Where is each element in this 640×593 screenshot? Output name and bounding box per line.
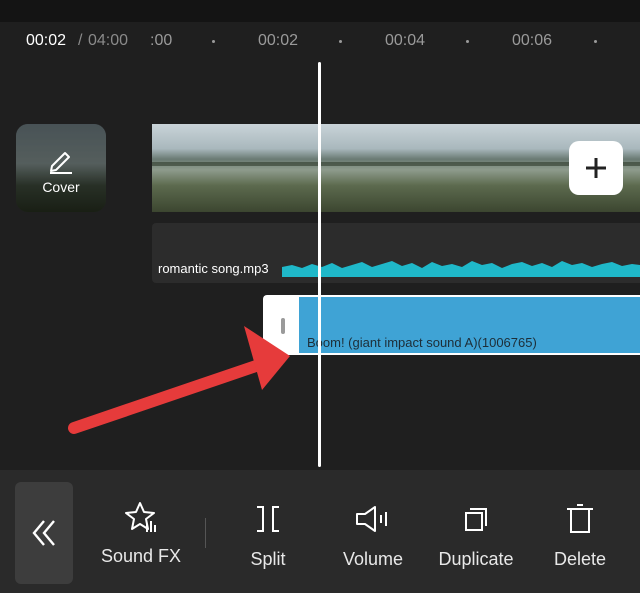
cover-label: Cover bbox=[42, 179, 80, 195]
cover-button[interactable]: Cover bbox=[16, 124, 106, 212]
audio-track[interactable]: romantic song.mp3 bbox=[152, 223, 640, 283]
back-button[interactable] bbox=[15, 482, 73, 584]
ruler-dot bbox=[339, 40, 342, 43]
ruler-tick: 00:06 bbox=[512, 32, 553, 49]
video-track[interactable] bbox=[152, 124, 640, 212]
ruler-dot bbox=[466, 40, 469, 43]
ruler-tick: :00 bbox=[150, 32, 173, 49]
video-frame bbox=[419, 124, 510, 212]
total-time: 04:00 bbox=[88, 32, 129, 49]
delete-button[interactable]: Delete bbox=[544, 470, 616, 593]
sound-fx-tool-button[interactable]: Sound FX bbox=[92, 470, 190, 593]
star-sound-icon bbox=[125, 502, 156, 532]
volume-label: Volume bbox=[342, 549, 404, 569]
clip-trim-handle[interactable] bbox=[265, 297, 299, 353]
ruler-tick: 00:04 bbox=[385, 32, 426, 49]
audio-waveform bbox=[282, 261, 640, 277]
split-label: Split bbox=[250, 549, 286, 569]
split-icon bbox=[257, 506, 279, 532]
pencil-icon bbox=[50, 152, 72, 174]
audio-track-label: romantic song.mp3 bbox=[158, 261, 269, 276]
time-separator: / bbox=[78, 32, 83, 49]
add-clip-button[interactable] bbox=[569, 141, 623, 195]
sound-fx-label: Boom! (giant impact sound A)(1006765) bbox=[307, 335, 537, 350]
double-chevron-left-icon bbox=[32, 520, 55, 546]
status-bar bbox=[0, 0, 640, 22]
bottom-toolbar: Sound FX Split Volume Duplicate Delete bbox=[0, 470, 640, 593]
speaker-icon bbox=[356, 506, 387, 532]
sound-fx-tool-label: Sound FX bbox=[100, 546, 182, 566]
delete-label: Delete bbox=[553, 549, 607, 569]
volume-button[interactable]: Volume bbox=[330, 470, 416, 593]
ruler-tick: 00:02 bbox=[258, 32, 299, 49]
plus-icon bbox=[586, 158, 606, 178]
duplicate-label: Duplicate bbox=[438, 549, 514, 569]
timeline-ruler: 00:02 / 04:00 :00 00:02 00:04 00:06 bbox=[0, 22, 640, 62]
split-button[interactable]: Split bbox=[228, 470, 308, 593]
toolbar-divider bbox=[205, 518, 206, 548]
ruler-dot bbox=[594, 40, 597, 43]
duplicate-button[interactable]: Duplicate bbox=[430, 470, 522, 593]
current-time: 00:02 bbox=[26, 32, 67, 49]
grip-icon bbox=[281, 318, 285, 334]
ruler-dot bbox=[212, 40, 215, 43]
trash-icon bbox=[567, 504, 593, 533]
duplicate-icon bbox=[465, 508, 487, 531]
playhead[interactable] bbox=[318, 62, 321, 467]
video-frame bbox=[330, 124, 421, 212]
video-frame bbox=[152, 124, 243, 212]
